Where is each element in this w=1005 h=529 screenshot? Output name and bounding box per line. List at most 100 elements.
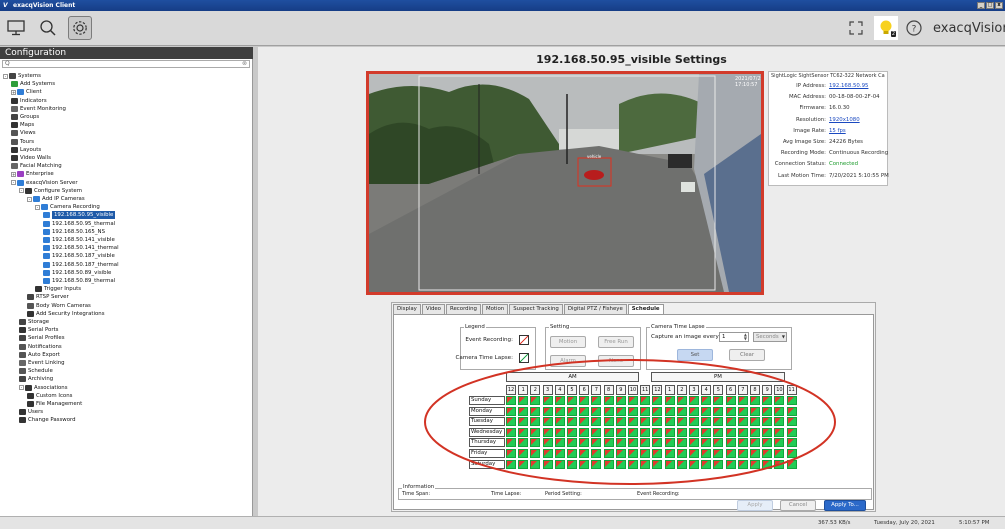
schedule-cell[interactable] (640, 427, 651, 437)
schedule-cell[interactable] (506, 406, 516, 416)
schedule-cell[interactable] (628, 459, 638, 469)
schedule-cell[interactable] (750, 438, 760, 448)
schedule-cell[interactable] (530, 427, 541, 437)
tree-item[interactable]: 192.168.50.89_visible (43, 269, 111, 277)
tree-item[interactable]: - Add IP Cameras (27, 195, 85, 203)
schedule-cell[interactable] (530, 396, 541, 405)
collapse-toggle-icon[interactable]: - (11, 180, 16, 186)
schedule-cell[interactable] (628, 406, 638, 416)
day-label[interactable]: Sunday (469, 396, 505, 405)
hour-header[interactable]: 12 (652, 385, 663, 395)
info-value[interactable]: 192.168.50.95 (829, 82, 868, 91)
schedule-cell[interactable] (591, 459, 602, 469)
schedule-cell[interactable] (762, 417, 773, 427)
schedule-cell[interactable] (530, 406, 541, 416)
schedule-cell[interactable] (506, 438, 516, 448)
day-label[interactable]: Tuesday (469, 417, 505, 427)
schedule-cell[interactable] (725, 449, 736, 458)
hour-header[interactable]: 1 (664, 385, 675, 395)
motion-button[interactable]: Motion (550, 336, 586, 348)
schedule-cell[interactable] (676, 406, 687, 416)
schedule-cell[interactable] (615, 449, 626, 458)
tree-item[interactable]: Schedule (19, 367, 53, 375)
day-label[interactable]: Monday (469, 406, 505, 416)
schedule-cell[interactable] (652, 449, 663, 458)
schedule-cell[interactable] (676, 459, 687, 469)
apply-button[interactable]: Apply (737, 500, 773, 511)
schedule-cell[interactable] (676, 449, 687, 458)
schedule-cell[interactable] (542, 449, 553, 458)
schedule-cell[interactable] (750, 449, 760, 458)
schedule-cell[interactable] (652, 438, 663, 448)
schedule-cell[interactable] (737, 459, 748, 469)
hour-header[interactable]: 7 (737, 385, 748, 395)
schedule-cell[interactable] (689, 427, 699, 437)
tree-item[interactable]: 192.168.50.95_thermal (43, 220, 115, 228)
schedule-cell[interactable] (676, 417, 687, 427)
schedule-cell[interactable] (689, 417, 699, 427)
schedule-cell[interactable] (664, 396, 675, 405)
tree-item[interactable]: 192.168.50.187_visible (43, 252, 115, 260)
tree-item[interactable]: Trigger Inputs (35, 285, 81, 293)
hour-header[interactable]: 4 (701, 385, 712, 395)
schedule-cell[interactable] (713, 417, 724, 427)
schedule-cell[interactable] (640, 417, 651, 427)
hour-header[interactable]: 4 (554, 385, 565, 395)
schedule-cell[interactable] (603, 438, 614, 448)
schedule-cell[interactable] (786, 438, 797, 448)
schedule-cell[interactable] (786, 427, 797, 437)
schedule-cell[interactable] (762, 459, 773, 469)
schedule-cell[interactable] (530, 438, 541, 448)
tree-item[interactable]: Indicators (11, 97, 47, 105)
schedule-cell[interactable] (628, 427, 638, 437)
tree-item[interactable]: - exacqVision Server (11, 179, 78, 187)
tree-item[interactable]: Users (19, 408, 43, 416)
schedule-cell[interactable] (518, 449, 529, 458)
schedule-cell[interactable] (689, 396, 699, 405)
schedule-cell[interactable] (774, 406, 785, 416)
schedule-cell[interactable] (579, 449, 590, 458)
schedule-cell[interactable] (664, 406, 675, 416)
pm-header[interactable]: PM (651, 372, 785, 382)
schedule-cell[interactable] (603, 449, 614, 458)
fullscreen-button[interactable] (844, 16, 868, 40)
hour-header[interactable]: 11 (640, 385, 651, 395)
hour-header[interactable]: 6 (579, 385, 590, 395)
apply-to-button[interactable]: Apply To... (824, 500, 866, 511)
interval-unit-select[interactable]: Seconds ▼ (753, 332, 787, 342)
schedule-cell[interactable] (530, 417, 541, 427)
schedule-cell[interactable] (713, 406, 724, 416)
schedule-cell[interactable] (762, 438, 773, 448)
schedule-cell[interactable] (786, 459, 797, 469)
schedule-cell[interactable] (530, 449, 541, 458)
schedule-cell[interactable] (615, 396, 626, 405)
schedule-cell[interactable] (554, 427, 565, 437)
tree-item[interactable]: Add Systems (11, 80, 55, 88)
tree-item[interactable]: Add Security Integrations (27, 310, 105, 318)
tree-item[interactable]: 192.168.50.187_thermal (43, 261, 119, 269)
schedule-cell[interactable] (603, 417, 614, 427)
interval-spinner[interactable]: 1 ▲ ▼ (719, 332, 749, 342)
tab-motion[interactable]: Motion (481, 304, 509, 314)
collapse-toggle-icon[interactable]: - (35, 204, 40, 210)
schedule-cell[interactable] (701, 406, 712, 416)
tree-item[interactable]: - Associations (19, 384, 68, 392)
schedule-cell[interactable] (518, 396, 529, 405)
tree-item[interactable]: Tours (11, 138, 34, 146)
minimize-button[interactable]: _ (977, 2, 985, 9)
tree-item[interactable]: RTSP Server (27, 293, 69, 301)
schedule-cell[interactable] (750, 459, 760, 469)
schedule-cell[interactable] (591, 427, 602, 437)
schedule-cell[interactable] (737, 417, 748, 427)
schedule-cell[interactable] (530, 459, 541, 469)
schedule-cell[interactable] (737, 396, 748, 405)
tree-item[interactable]: 192.168.50.141_visible (43, 236, 115, 244)
tree-item[interactable]: Storage (19, 318, 49, 326)
schedule-cell[interactable] (542, 427, 553, 437)
clear-search-icon[interactable]: ⊗ (242, 61, 247, 67)
schedule-cell[interactable] (506, 449, 516, 458)
tree-item[interactable]: Auto Export (19, 351, 60, 359)
schedule-cell[interactable] (518, 438, 529, 448)
schedule-cell[interactable] (713, 438, 724, 448)
tree-item[interactable]: Views (11, 129, 36, 137)
